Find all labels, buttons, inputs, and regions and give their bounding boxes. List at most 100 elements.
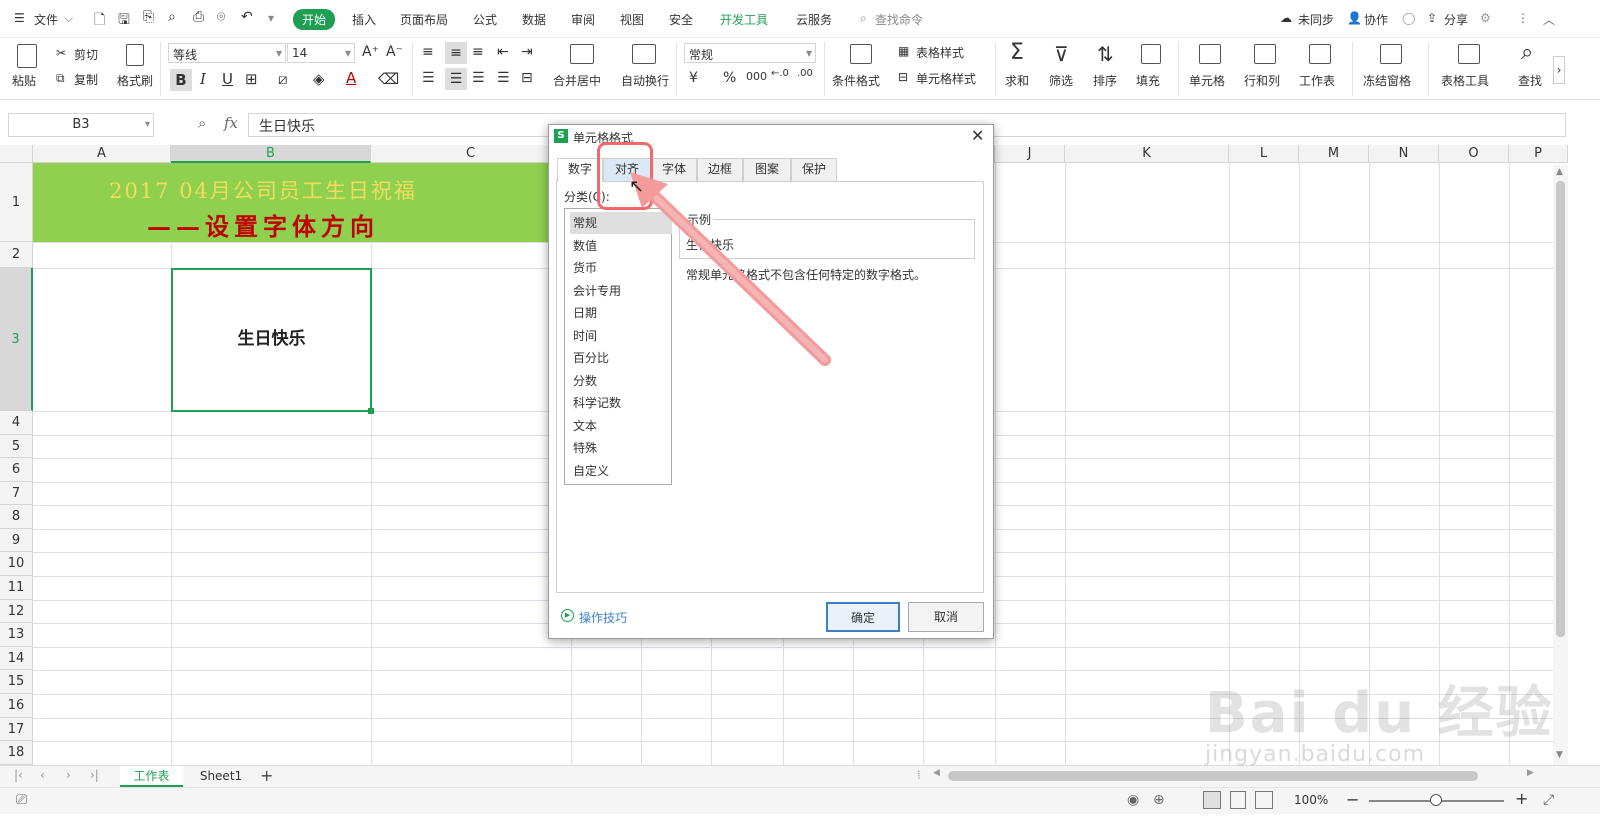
row-header-14[interactable]: 14 [0, 647, 33, 670]
bold-icon[interactable]: B [170, 69, 192, 91]
sort-icon[interactable]: ⇅ [1097, 42, 1114, 66]
fill-color-icon[interactable]: ◈ [313, 70, 325, 88]
zoom-slider-knob[interactable] [1430, 794, 1442, 806]
increase-font-icon[interactable]: A⁺ [362, 44, 379, 60]
indent-increase-icon[interactable]: ⇥ [521, 44, 533, 60]
row-header-3[interactable]: 3 [0, 268, 33, 411]
copy-button[interactable]: 复制 [74, 71, 98, 88]
table-tools-icon[interactable] [1458, 44, 1480, 64]
border-icon[interactable]: ⊞ [245, 70, 258, 88]
cell-icon[interactable] [1199, 44, 1221, 64]
cell-style-icon[interactable]: ⊟ [898, 70, 908, 84]
fill-pattern-icon[interactable]: ⧄ [278, 70, 288, 88]
sheet-tab[interactable]: Sheet1 [190, 766, 252, 787]
copy-icon[interactable]: ⧉ [56, 71, 65, 86]
column-header-k[interactable]: K [1065, 145, 1229, 163]
fx-icon[interactable]: fx [224, 114, 238, 132]
sync-status[interactable]: 未同步 [1298, 11, 1334, 28]
file-menu[interactable]: 文件 [34, 11, 58, 28]
zoom-out-icon[interactable]: − [1346, 790, 1359, 809]
font-size-select[interactable]: 14 ▾ [287, 43, 355, 63]
fullscreen-icon[interactable]: ⤢ [1543, 792, 1554, 808]
worksheet-icon[interactable] [1309, 44, 1331, 64]
sum-button[interactable]: 求和 [1005, 72, 1029, 89]
align-bottom-icon[interactable]: ≡ [472, 44, 484, 60]
distribute-icon[interactable]: ⊟ [521, 70, 533, 86]
row-col-button[interactable]: 行和列 [1244, 72, 1280, 89]
prev-sheet-icon[interactable]: ‹ [40, 768, 45, 782]
row-header-9[interactable]: 9 [0, 529, 33, 552]
tab-home[interactable]: 开始 [293, 9, 336, 30]
row-header-18[interactable]: 18 [0, 741, 33, 765]
more-vertical-icon[interactable]: ⋮ [1517, 11, 1529, 25]
fill-button[interactable]: 填充 [1136, 72, 1160, 89]
column-header-b[interactable]: B [171, 145, 371, 163]
thousands-icon[interactable]: 000 [746, 70, 767, 83]
category-item[interactable]: 特殊 [570, 437, 672, 459]
freeze-icon[interactable] [1380, 44, 1402, 64]
merge-center-button[interactable]: 合并居中 [553, 72, 601, 89]
splitter-icon[interactable]: ⁞ [917, 768, 921, 782]
column-header-p[interactable]: P [1509, 145, 1568, 163]
decrease-decimal-icon[interactable]: .00 [797, 68, 813, 79]
close-icon[interactable]: ✕ [971, 126, 984, 145]
normal-view-icon[interactable] [1203, 791, 1221, 809]
tab-insert[interactable]: 插入 [352, 11, 376, 28]
row-header-11[interactable]: 11 [0, 576, 33, 600]
new-doc-icon[interactable]: 🗋 [94, 9, 105, 33]
tab-formula[interactable]: 公式 [473, 11, 497, 28]
share-icon[interactable]: ⇪ [1427, 11, 1437, 25]
percent-icon[interactable]: % [723, 70, 736, 86]
scroll-down-icon[interactable]: ▼ [1556, 750, 1563, 760]
scroll-thumb[interactable] [1556, 181, 1565, 637]
ribbon-scroll-right-icon[interactable]: › [1553, 56, 1565, 84]
conditional-format-icon[interactable] [850, 44, 872, 64]
category-item[interactable]: 自定义 [570, 460, 672, 482]
select-all-corner[interactable] [0, 145, 33, 163]
menu-icon[interactable]: ☰ [14, 11, 25, 25]
play-icon[interactable]: ▶ [561, 609, 574, 622]
first-sheet-icon[interactable]: |‹ [14, 768, 23, 782]
align-top-icon[interactable]: ≡ [422, 44, 434, 60]
row-header-13[interactable]: 13 [0, 623, 33, 647]
table-style-button[interactable]: 表格样式 [916, 44, 964, 61]
share-button[interactable]: 分享 [1444, 11, 1468, 28]
conditional-format-button[interactable]: 条件格式 [832, 72, 880, 89]
align-right-icon[interactable]: ☰ [472, 70, 485, 86]
column-header-j[interactable]: J [995, 145, 1065, 163]
column-header-l[interactable]: L [1229, 145, 1299, 163]
justify-icon[interactable]: ☰ [497, 70, 510, 86]
filter-button[interactable]: 筛选 [1049, 72, 1073, 89]
comment-icon[interactable]: ◯ [1402, 11, 1415, 25]
italic-icon[interactable]: I [200, 70, 206, 88]
zoom-icon[interactable]: ⌕ [198, 114, 206, 132]
indent-decrease-icon[interactable]: ⇤ [497, 44, 509, 60]
collapse-ribbon-icon[interactable]: ︿ [1543, 11, 1555, 28]
wrap-text-button[interactable]: 自动换行 [621, 72, 669, 89]
row-header-1[interactable]: 1 [0, 163, 33, 242]
align-center-icon[interactable]: ☰ [445, 68, 467, 90]
font-name-select[interactable]: 等线 ▾ [168, 43, 286, 63]
cell-b3[interactable]: 生日快乐 [171, 268, 372, 412]
tips-link[interactable]: 操作技巧 [579, 609, 627, 626]
increase-decimal-icon[interactable]: ←.0 [771, 68, 789, 79]
collab-icon[interactable]: 👤 [1347, 11, 1362, 25]
chevron-down-icon[interactable]: ⌵ [64, 11, 73, 26]
sum-icon[interactable]: Σ [1010, 40, 1024, 65]
paste-icon[interactable] [17, 44, 37, 68]
row-header-6[interactable]: 6 [0, 458, 33, 482]
font-color-icon[interactable]: A [346, 69, 356, 87]
row-header-16[interactable]: 16 [0, 694, 33, 718]
find-button[interactable]: 查找 [1518, 72, 1542, 89]
row-header-10[interactable]: 10 [0, 552, 33, 576]
tab-cloud[interactable]: 云服务 [796, 11, 832, 28]
scissors-icon[interactable]: ✂ [56, 46, 66, 60]
worksheet-button[interactable]: 工作表 [1299, 72, 1335, 89]
macro-icon[interactable]: ⎚ [16, 792, 27, 808]
number-format-select[interactable]: 常规 ▾ [684, 43, 816, 63]
last-sheet-icon[interactable]: ›| [90, 768, 99, 782]
tab-page-layout[interactable]: 页面布局 [400, 11, 448, 28]
zoom-in-icon[interactable]: + [1515, 789, 1528, 808]
format-painter-icon[interactable] [126, 44, 144, 66]
scroll-left-icon[interactable]: ◀ [933, 768, 940, 778]
